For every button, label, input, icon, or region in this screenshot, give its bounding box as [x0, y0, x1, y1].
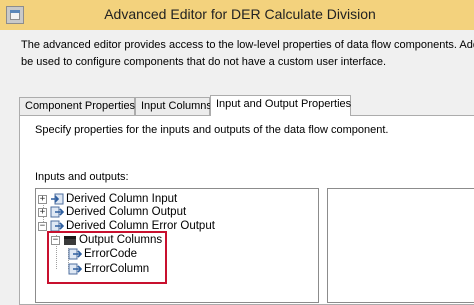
description-line-1: The advanced editor provides access to t…: [21, 39, 474, 51]
inputs-outputs-label: Inputs and outputs:: [35, 171, 129, 183]
collapse-icon[interactable]: −: [38, 222, 47, 231]
output-icon: [50, 206, 65, 218]
tab-input-columns[interactable]: Input Columns: [135, 97, 212, 115]
window-title: Advanced Editor for DER Calculate Divisi…: [104, 6, 376, 22]
tab-input-output-properties[interactable]: Input and Output Properties: [210, 95, 351, 116]
description-line-2: be used to configure components that do …: [21, 56, 387, 68]
tree-node-label: Derived Column Input: [66, 193, 178, 205]
title-bar: Advanced Editor for DER Calculate Divisi…: [0, 0, 474, 30]
panel-instruction: Specify properties for the inputs and ou…: [35, 124, 389, 136]
highlight-box: [47, 231, 167, 284]
expand-icon[interactable]: +: [38, 208, 47, 217]
expand-icon[interactable]: +: [38, 195, 47, 204]
tree-node-derived-column-input[interactable]: + Derived Column Input: [38, 192, 238, 206]
tree-node-derived-column-output[interactable]: + Derived Column Output: [38, 205, 238, 219]
input-icon: [50, 193, 64, 205]
properties-grid[interactable]: [327, 188, 474, 303]
tab-component-properties[interactable]: Component Properties: [19, 97, 135, 115]
tree-node-label: Derived Column Output: [66, 206, 187, 218]
editor-description: The advanced editor provides access to t…: [21, 37, 474, 71]
